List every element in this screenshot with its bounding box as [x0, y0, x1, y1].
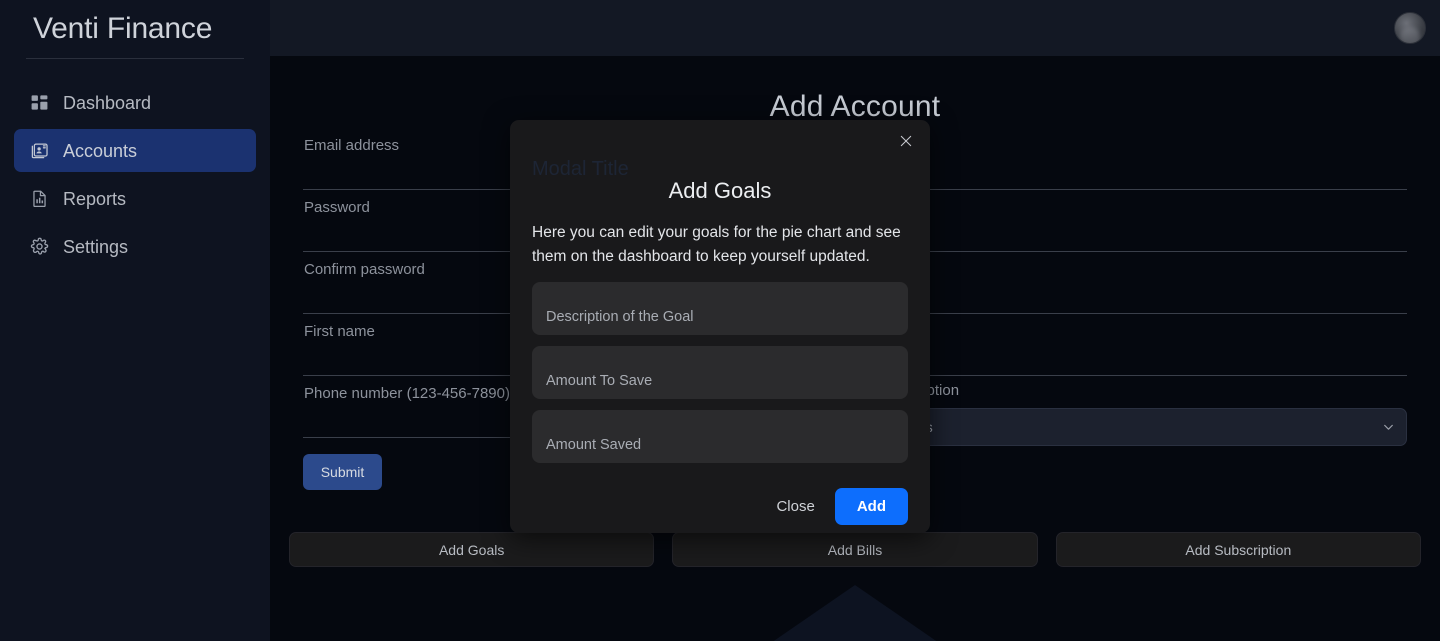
field-right-4[interactable] [869, 314, 1407, 376]
submit-button[interactable]: Submit [303, 454, 382, 490]
page-title: Add Account [769, 90, 941, 123]
form-column-right: Select Option Savings [855, 128, 1421, 490]
brand-title: Venti Finance [33, 12, 213, 45]
add-goals-modal: Modal Title Add Goals Here you can edit … [510, 120, 930, 533]
sidebar-item-label: Dashboard [63, 92, 152, 113]
close-icon[interactable] [896, 131, 916, 151]
add-goals-button[interactable]: Add Goals [289, 532, 655, 567]
user-avatar[interactable] [1394, 12, 1426, 44]
modal-description: Here you can edit your goals for the pie… [532, 224, 901, 265]
account-type-select-wrap: Select Option Savings [869, 382, 1407, 446]
address-card-icon [30, 141, 49, 160]
file-chart-icon [30, 189, 49, 208]
topbar [270, 0, 1440, 56]
sidebar: Venti Finance Dashboard Accounts Reports… [0, 0, 270, 641]
chevron-down-icon [1382, 421, 1395, 434]
sidebar-item-label: Settings [63, 236, 129, 257]
app-root: Venti Finance Dashboard Accounts Reports… [0, 0, 1440, 641]
sidebar-nav: Dashboard Accounts Reports Settings [0, 59, 270, 268]
sidebar-item-reports[interactable]: Reports [14, 177, 256, 220]
field-right-3[interactable] [869, 252, 1407, 314]
field-label: Email address [304, 137, 400, 154]
sidebar-item-accounts[interactable]: Accounts [14, 129, 256, 172]
add-bills-button[interactable]: Add Bills [672, 532, 1038, 567]
modal-add-button[interactable]: Add [834, 488, 908, 526]
amount-to-save-input[interactable] [532, 346, 908, 400]
sidebar-item-settings[interactable]: Settings [14, 225, 256, 268]
modal-title: Add Goals [668, 178, 772, 203]
field-label: Phone number (123-456-7890) [304, 385, 510, 402]
field-right-2[interactable] [869, 190, 1407, 252]
grid-icon [30, 93, 49, 112]
field-underline [869, 375, 1407, 376]
sidebar-item-label: Accounts [63, 140, 138, 161]
amount-saved-input[interactable] [532, 410, 908, 464]
add-subscription-button[interactable]: Add Subscription [1055, 532, 1421, 567]
field-label: Confirm password [304, 261, 425, 278]
brand[interactable]: Venti Finance [0, 0, 270, 58]
account-type-select[interactable]: Savings [869, 408, 1407, 446]
modal-body: Add Goals Here you can edit your goals f… [510, 120, 930, 464]
bottom-actions: Add Goals Add Bills Add Subscription [289, 532, 1421, 567]
modal-close-button[interactable]: Close [772, 492, 818, 521]
decorative-triangle [765, 585, 945, 641]
field-right-1[interactable] [869, 128, 1407, 190]
select-label: Select Option [869, 382, 960, 399]
sidebar-item-label: Reports [63, 188, 127, 209]
field-label: Password [304, 199, 370, 216]
field-label: First name [304, 323, 375, 340]
goal-description-input[interactable] [532, 282, 908, 336]
sidebar-item-dashboard[interactable]: Dashboard [14, 81, 256, 124]
gear-icon [30, 237, 49, 256]
modal-footer: Close Add [510, 474, 930, 526]
